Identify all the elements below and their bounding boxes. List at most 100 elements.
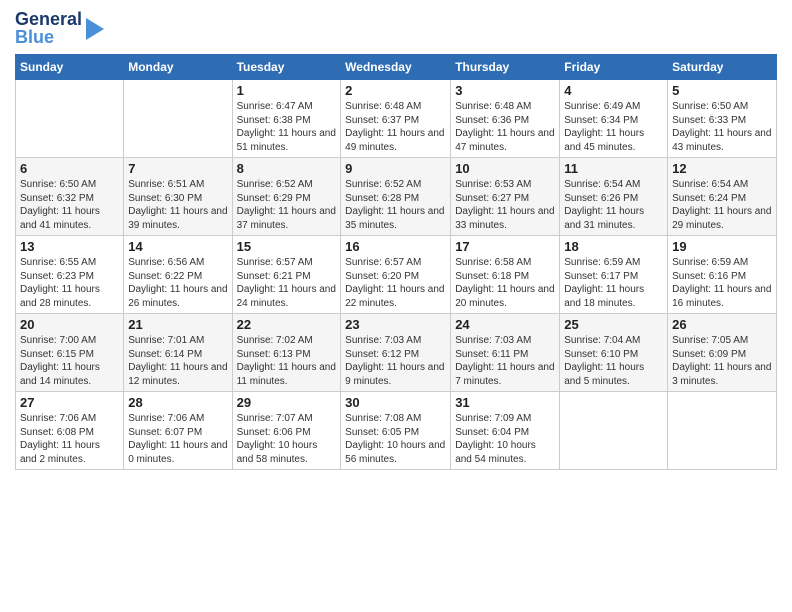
weekday-header-wednesday: Wednesday — [341, 55, 451, 80]
week-row-1: 6 Sunrise: 6:50 AMSunset: 6:32 PMDaylight… — [16, 158, 777, 236]
weekday-header-friday: Friday — [560, 55, 668, 80]
week-row-4: 27Sunrise: 7:06 AMSunset: 6:08 PMDayligh… — [16, 392, 777, 470]
day-number: 26 — [672, 317, 772, 332]
day-cell: 4 Sunrise: 6:49 AMSunset: 6:34 PMDaylight… — [560, 80, 668, 158]
day-info: Sunrise: 6:54 AMSunset: 6:24 PMDaylight:… — [672, 178, 772, 232]
day-cell: 25 Sunrise: 7:04 AMSunset: 6:10 PMDayligh… — [560, 314, 668, 392]
day-info: Sunrise: 6:57 AMSunset: 6:21 PMDaylight:… — [237, 256, 337, 310]
day-number: 13 — [20, 239, 119, 254]
day-cell: 5Sunrise: 6:50 AMSunset: 6:33 PMDaylight… — [668, 80, 777, 158]
day-number: 23 — [345, 317, 446, 332]
day-number: 1 — [237, 83, 337, 98]
day-info: Sunrise: 6:48 AMSunset: 6:37 PMDaylight:… — [345, 100, 446, 154]
page: General Blue SundayMondayTuesdayWednesda… — [0, 0, 792, 612]
day-info: Sunrise: 6:57 AMSunset: 6:20 PMDaylight:… — [345, 256, 446, 310]
week-row-2: 13 Sunrise: 6:55 AMSunset: 6:23 PMDayligh… — [16, 236, 777, 314]
day-cell: 20 Sunrise: 7:00 AMSunset: 6:15 PMDayligh… — [16, 314, 124, 392]
day-cell: 23Sunrise: 7:03 AMSunset: 6:12 PMDayligh… — [341, 314, 451, 392]
day-info: Sunrise: 6:50 AMSunset: 6:32 PMDaylight:… — [20, 178, 119, 232]
day-cell: 30 Sunrise: 7:08 AMSunset: 6:05 PMDayligh… — [341, 392, 451, 470]
weekday-header-sunday: Sunday — [16, 55, 124, 80]
day-info: Sunrise: 7:03 AMSunset: 6:11 PMDaylight:… — [455, 334, 555, 388]
day-cell: 7 Sunrise: 6:51 AMSunset: 6:30 PMDaylight… — [124, 158, 232, 236]
day-info: Sunrise: 6:47 AMSunset: 6:38 PMDaylight:… — [237, 100, 337, 154]
day-cell — [560, 392, 668, 470]
day-number: 10 — [455, 161, 555, 176]
day-info: Sunrise: 7:08 AMSunset: 6:05 PMDaylight:… — [345, 412, 446, 466]
day-number: 6 — [20, 161, 119, 176]
week-row-3: 20 Sunrise: 7:00 AMSunset: 6:15 PMDayligh… — [16, 314, 777, 392]
day-number: 29 — [237, 395, 337, 410]
day-info: Sunrise: 7:06 AMSunset: 6:08 PMDaylight:… — [20, 412, 119, 466]
header: General Blue — [15, 10, 777, 46]
day-cell: 13 Sunrise: 6:55 AMSunset: 6:23 PMDayligh… — [16, 236, 124, 314]
day-cell: 1 Sunrise: 6:47 AMSunset: 6:38 PMDaylight… — [232, 80, 341, 158]
day-cell: 3 Sunrise: 6:48 AMSunset: 6:36 PMDaylight… — [451, 80, 560, 158]
day-number: 14 — [128, 239, 227, 254]
day-number: 4 — [564, 83, 663, 98]
day-cell: 29 Sunrise: 7:07 AMSunset: 6:06 PMDayligh… — [232, 392, 341, 470]
day-number: 31 — [455, 395, 555, 410]
day-info: Sunrise: 7:06 AMSunset: 6:07 PMDaylight:… — [128, 412, 227, 466]
logo-blue: Blue — [15, 28, 82, 46]
day-cell: 28 Sunrise: 7:06 AMSunset: 6:07 PMDayligh… — [124, 392, 232, 470]
day-cell: 12 Sunrise: 6:54 AMSunset: 6:24 PMDayligh… — [668, 158, 777, 236]
day-number: 15 — [237, 239, 337, 254]
day-info: Sunrise: 6:50 AMSunset: 6:33 PMDaylight:… — [672, 100, 772, 154]
day-info: Sunrise: 6:55 AMSunset: 6:23 PMDaylight:… — [20, 256, 119, 310]
day-number: 7 — [128, 161, 227, 176]
day-cell: 18Sunrise: 6:59 AMSunset: 6:17 PMDayligh… — [560, 236, 668, 314]
weekday-header-tuesday: Tuesday — [232, 55, 341, 80]
day-number: 22 — [237, 317, 337, 332]
day-cell: 11 Sunrise: 6:54 AMSunset: 6:26 PMDayligh… — [560, 158, 668, 236]
day-number: 28 — [128, 395, 227, 410]
day-cell: 31 Sunrise: 7:09 AMSunset: 6:04 PMDayligh… — [451, 392, 560, 470]
day-cell: 15 Sunrise: 6:57 AMSunset: 6:21 PMDayligh… — [232, 236, 341, 314]
day-number: 3 — [455, 83, 555, 98]
day-info: Sunrise: 6:56 AMSunset: 6:22 PMDaylight:… — [128, 256, 227, 310]
day-info: Sunrise: 6:52 AMSunset: 6:28 PMDaylight:… — [345, 178, 446, 232]
day-info: Sunrise: 6:52 AMSunset: 6:29 PMDaylight:… — [237, 178, 337, 232]
day-number: 17 — [455, 239, 555, 254]
day-info: Sunrise: 6:51 AMSunset: 6:30 PMDaylight:… — [128, 178, 227, 232]
day-number: 30 — [345, 395, 446, 410]
logo: General Blue — [15, 10, 104, 46]
day-info: Sunrise: 6:48 AMSunset: 6:36 PMDaylight:… — [455, 100, 555, 154]
day-info: Sunrise: 7:04 AMSunset: 6:10 PMDaylight:… — [564, 334, 663, 388]
day-info: Sunrise: 6:58 AMSunset: 6:18 PMDaylight:… — [455, 256, 555, 310]
day-cell: 9 Sunrise: 6:52 AMSunset: 6:28 PMDaylight… — [341, 158, 451, 236]
day-number: 8 — [237, 161, 337, 176]
weekday-header-row: SundayMondayTuesdayWednesdayThursdayFrid… — [16, 55, 777, 80]
day-number: 9 — [345, 161, 446, 176]
day-number: 20 — [20, 317, 119, 332]
weekday-header-monday: Monday — [124, 55, 232, 80]
day-number: 19 — [672, 239, 772, 254]
day-number: 24 — [455, 317, 555, 332]
day-info: Sunrise: 7:07 AMSunset: 6:06 PMDaylight:… — [237, 412, 337, 466]
day-cell: 8 Sunrise: 6:52 AMSunset: 6:29 PMDaylight… — [232, 158, 341, 236]
day-number: 12 — [672, 161, 772, 176]
day-number: 25 — [564, 317, 663, 332]
day-info: Sunrise: 7:09 AMSunset: 6:04 PMDaylight:… — [455, 412, 555, 466]
weekday-header-saturday: Saturday — [668, 55, 777, 80]
day-cell: 19Sunrise: 6:59 AMSunset: 6:16 PMDayligh… — [668, 236, 777, 314]
day-cell: 26 Sunrise: 7:05 AMSunset: 6:09 PMDayligh… — [668, 314, 777, 392]
calendar: SundayMondayTuesdayWednesdayThursdayFrid… — [15, 54, 777, 470]
day-cell: 27Sunrise: 7:06 AMSunset: 6:08 PMDayligh… — [16, 392, 124, 470]
day-info: Sunrise: 7:01 AMSunset: 6:14 PMDaylight:… — [128, 334, 227, 388]
day-cell — [668, 392, 777, 470]
day-number: 16 — [345, 239, 446, 254]
day-number: 18 — [564, 239, 663, 254]
day-cell — [16, 80, 124, 158]
day-number: 11 — [564, 161, 663, 176]
day-number: 21 — [128, 317, 227, 332]
day-info: Sunrise: 6:49 AMSunset: 6:34 PMDaylight:… — [564, 100, 663, 154]
day-info: Sunrise: 7:02 AMSunset: 6:13 PMDaylight:… — [237, 334, 337, 388]
day-info: Sunrise: 6:53 AMSunset: 6:27 PMDaylight:… — [455, 178, 555, 232]
day-info: Sunrise: 6:54 AMSunset: 6:26 PMDaylight:… — [564, 178, 663, 232]
day-info: Sunrise: 7:00 AMSunset: 6:15 PMDaylight:… — [20, 334, 119, 388]
day-cell: 10 Sunrise: 6:53 AMSunset: 6:27 PMDayligh… — [451, 158, 560, 236]
day-info: Sunrise: 7:05 AMSunset: 6:09 PMDaylight:… — [672, 334, 772, 388]
day-cell: 16 Sunrise: 6:57 AMSunset: 6:20 PMDayligh… — [341, 236, 451, 314]
day-cell: 22 Sunrise: 7:02 AMSunset: 6:13 PMDayligh… — [232, 314, 341, 392]
